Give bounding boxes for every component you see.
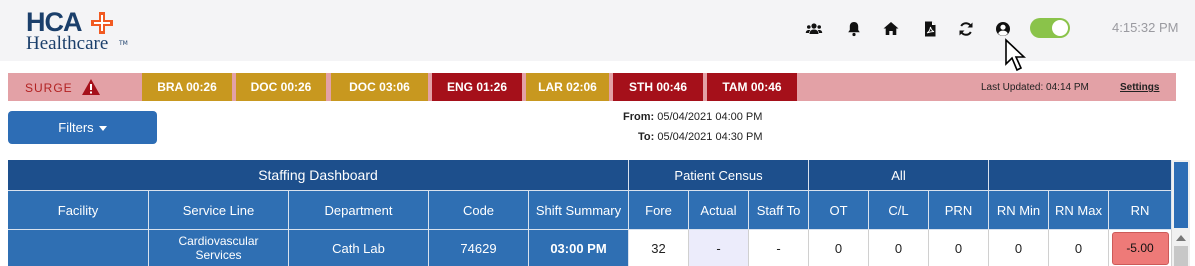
cell-department: Cath Lab (289, 229, 429, 266)
scroll-up-icon[interactable] (1176, 235, 1186, 241)
to-label: To: (638, 131, 655, 143)
user-icon[interactable] (994, 20, 1012, 38)
cell-ot: 0 (809, 229, 869, 266)
cell-facility (8, 229, 149, 266)
filters-label: Filters (58, 120, 94, 135)
filters-button[interactable]: Filters (8, 111, 157, 144)
column-header-cl[interactable]: C/L (869, 190, 929, 229)
last-updated: Last Updated: 04:14 PM (981, 82, 1089, 93)
cell-prn: 0 (929, 229, 989, 266)
cell-fore: 32 (629, 229, 689, 266)
pdf-icon[interactable] (921, 20, 939, 38)
cell-shift-summary[interactable]: 03:00 PM (529, 229, 629, 266)
surge-chip-tam[interactable]: TAM 00:46 (707, 73, 797, 101)
current-time: 4:15:32 PM (1112, 20, 1179, 35)
caret-down-icon (98, 126, 107, 131)
column-header-ot[interactable]: OT (809, 190, 869, 229)
home-icon[interactable] (882, 20, 900, 38)
column-header-rn-min[interactable]: RN Min (989, 190, 1049, 229)
surge-chip-bra[interactable]: BRA 00:26 (142, 73, 232, 101)
from-value: 05/04/2021 04:00 PM (657, 111, 763, 123)
surge-chip-eng[interactable]: ENG 01:26 (432, 73, 522, 101)
surge-chip-doc-2[interactable]: DOC 03:06 (331, 73, 428, 101)
group-header-rn (989, 160, 1172, 190)
surge-label: SURGE (25, 81, 73, 95)
column-header-service-line[interactable]: Service Line (149, 190, 289, 229)
surge-chip-doc-1[interactable]: DOC 00:26 (236, 73, 326, 101)
hca-healthcare-logo[interactable]: HCA Healthcare TM (26, 7, 128, 55)
column-header-fore[interactable]: Fore (629, 190, 689, 229)
range-from: From: 05/04/2021 04:00 PM (623, 111, 762, 123)
column-header-rn[interactable]: RN (1109, 190, 1172, 229)
cell-rn-min: 0 (989, 229, 1049, 266)
to-value: 05/04/2021 04:30 PM (657, 131, 763, 143)
surge-chip-lar[interactable]: LAR 02:06 (526, 73, 609, 101)
column-header-actual[interactable]: Actual (689, 190, 749, 229)
range-to: To: 05/04/2021 04:30 PM (638, 131, 763, 143)
toggle-knob (1052, 20, 1068, 36)
scrollbar-thumb[interactable] (1174, 246, 1188, 266)
cell-rn: -5.00 (1111, 231, 1169, 265)
settings-link[interactable]: Settings (1120, 82, 1159, 93)
group-header-staffing: Staffing Dashboard (8, 160, 629, 190)
cell-cl: 0 (869, 229, 929, 266)
surge-bar: SURGE BRA 00:26 DOC 00:26 DOC 03:06 ENG … (8, 73, 1176, 101)
column-header-staff-to[interactable]: Staff To (749, 190, 809, 229)
people-icon[interactable] (805, 20, 823, 38)
app-header: HCA Healthcare TM 4:15:32 PM (0, 0, 1195, 72)
surge-chip-sth[interactable]: STH 00:46 (613, 73, 703, 101)
refresh-icon[interactable] (957, 20, 975, 38)
mouse-cursor-icon (1005, 38, 1027, 72)
column-header-department[interactable]: Department (289, 190, 429, 229)
logo-trademark: TM (119, 40, 128, 47)
cell-rn-wrap: -5.00 (1109, 229, 1172, 266)
column-header-facility[interactable]: Facility (8, 190, 149, 229)
column-header-code[interactable]: Code (429, 190, 529, 229)
logo-subtext: Healthcare (26, 33, 109, 54)
logo-cross-icon (91, 12, 113, 34)
warning-icon (82, 79, 100, 95)
cell-actual[interactable]: - (689, 229, 749, 266)
column-header-rn-max[interactable]: RN Max (1049, 190, 1109, 229)
column-header-prn[interactable]: PRN (929, 190, 989, 229)
cell-rn-max: 0 (1049, 229, 1109, 266)
column-header-shift-summary[interactable]: Shift Summary (529, 190, 629, 229)
from-label: From: (623, 111, 655, 123)
bell-icon[interactable] (845, 20, 863, 38)
group-header-census: Patient Census (629, 160, 809, 190)
cell-staff-to: - (749, 229, 809, 266)
toggle-switch[interactable] (1030, 18, 1070, 38)
cell-code: 74629 (429, 229, 529, 266)
scrollbar-header-segment (1174, 162, 1188, 228)
group-header-all: All (809, 160, 989, 190)
cell-service-line: Cardiovascular Services (149, 229, 289, 266)
